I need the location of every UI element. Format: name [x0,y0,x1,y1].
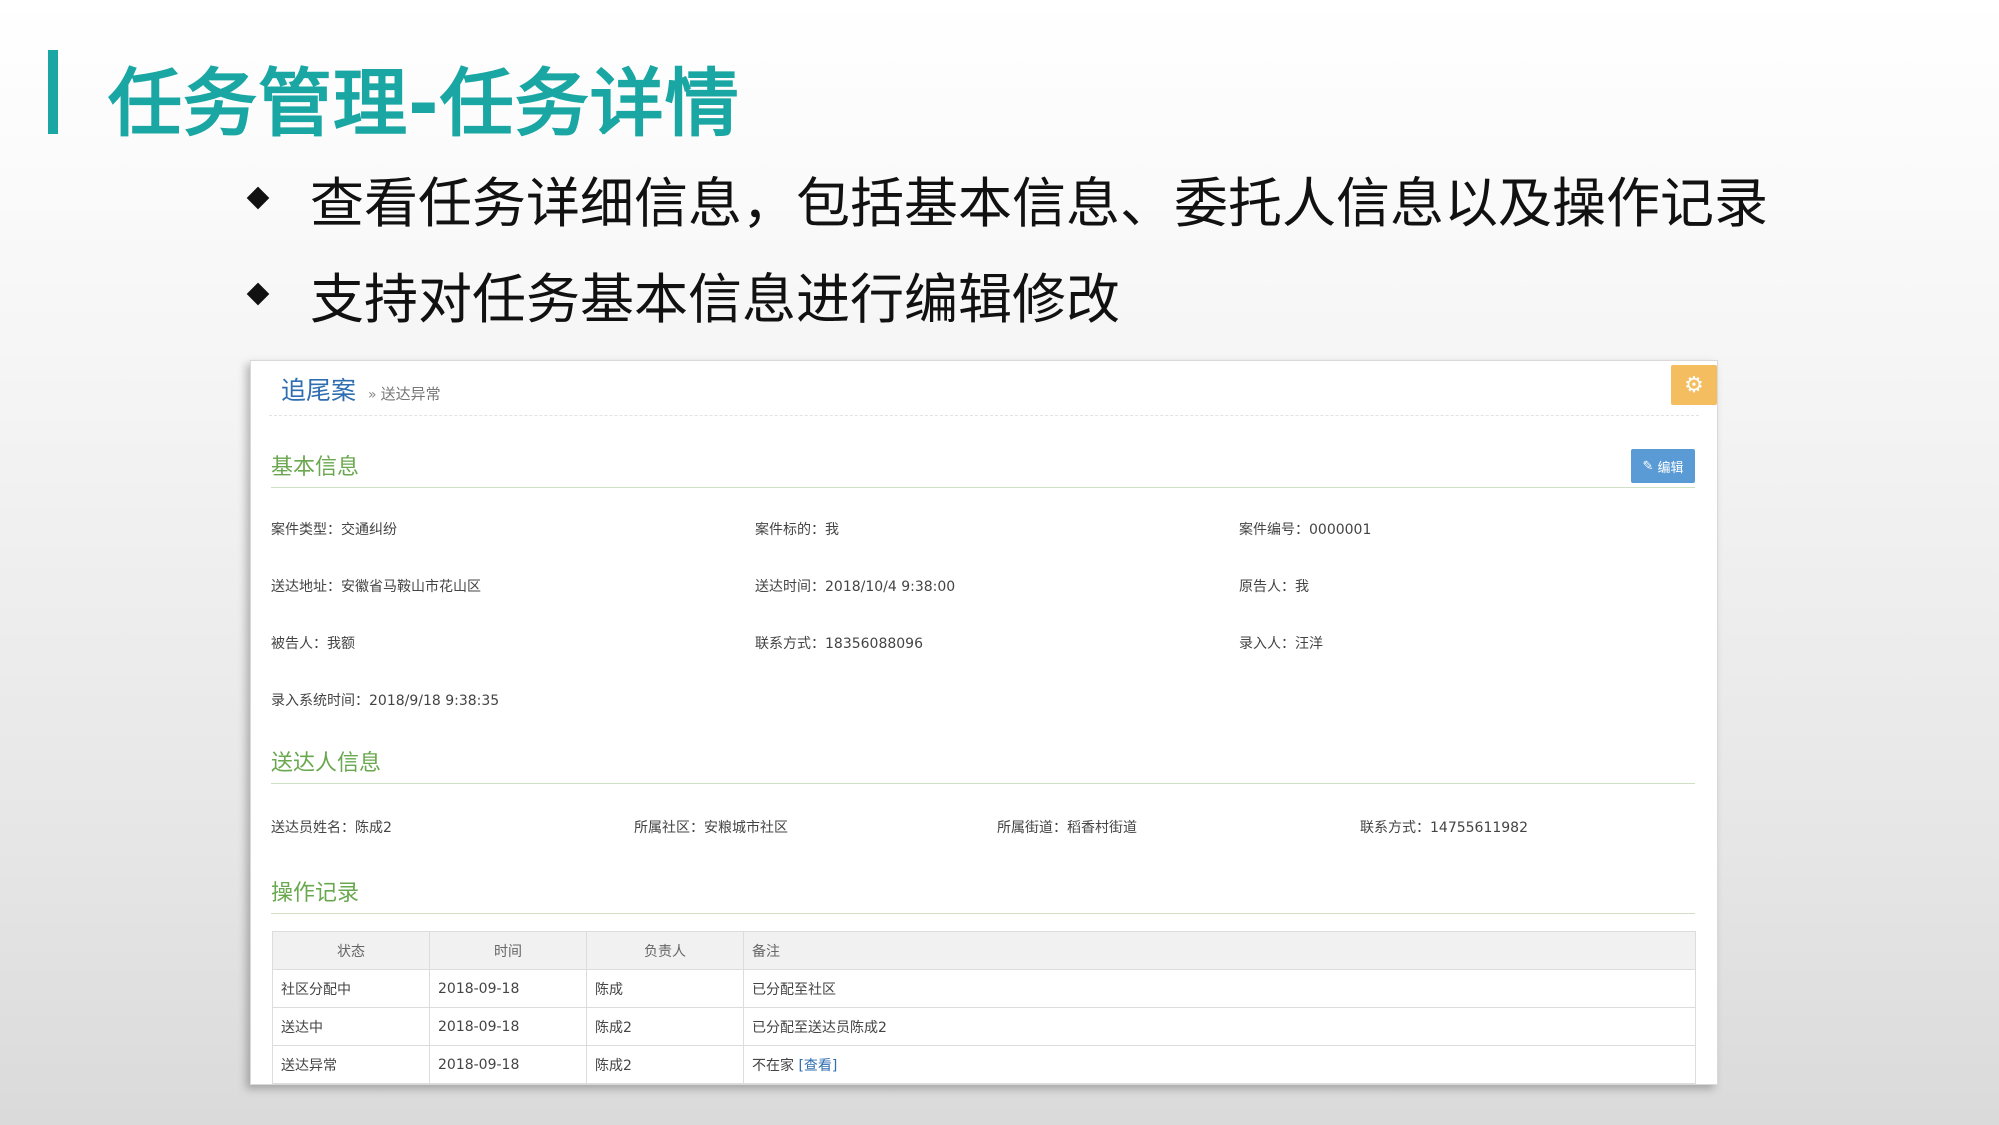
table-row: 社区分配中 2018-09-18 陈成 已分配至社区 [272,969,1696,1008]
table-row: 送达中 2018-09-18 陈成2 已分配至送达员陈成2 [272,1007,1696,1046]
field-entered-by: 录入人汪洋 [1239,633,1323,653]
column-header-owner: 负责人 [586,931,744,970]
cell-status: 社区分配中 [272,969,430,1008]
slide-title: 任务管理-任务详情 [108,61,740,147]
bullet-item: 查看任务详细信息，包括基本信息、委托人信息以及操作记录 [242,150,1768,246]
diamond-bullet-icon [246,186,270,210]
cell-owner: 陈成2 [586,1007,744,1046]
table-header-row: 状态 时间 负责人 备注 [272,931,1696,970]
diamond-bullet-icon [246,282,270,306]
section-basic-info: 基本信息 [271,449,1695,488]
cell-time: 2018-09-18 [429,969,587,1008]
cell-time: 2018-09-18 [429,1045,587,1084]
breadcrumb-status: 送达异常 [380,385,441,403]
view-link[interactable]: [查看] [798,1058,837,1074]
column-header-status: 状态 [272,931,430,970]
cell-owner: 陈成2 [586,1045,744,1084]
title-accent-bar [48,50,58,134]
app-screenshot-panel: 追尾案 » 送达异常 ⚙ 基本信息 ✎ 编辑 案件类型交通纠纷 案件标的我 案件… [250,360,1718,1085]
field-delivery-time: 送达时间2018/10/4 9:38:00 [755,576,955,596]
table-row: 送达异常 2018-09-18 陈成2 不在家 [查看] [272,1045,1696,1084]
column-header-note: 备注 [743,931,1696,970]
field-case-subject: 案件标的我 [755,519,839,539]
cell-status: 送达中 [272,1007,430,1046]
divider [269,415,1699,416]
breadcrumb: 追尾案 » 送达异常 [281,371,441,407]
field-delivery-address: 送达地址安徽省马鞍山市花山区 [271,576,481,596]
field-street: 所属街道稻香村街道 [997,817,1137,837]
cell-status: 送达异常 [272,1045,430,1084]
cell-note: 不在家 [查看] [743,1045,1696,1084]
column-header-time: 时间 [429,931,587,970]
field-entry-time: 录入系统时间2018/9/18 9:38:35 [271,690,499,710]
operation-log-table: 状态 时间 负责人 备注 社区分配中 2018-09-18 陈成 已分配至社区 … [272,931,1696,1084]
field-case-type: 案件类型交通纠纷 [271,519,397,539]
bullet-item: 支持对任务基本信息进行编辑修改 [242,246,1768,342]
field-community: 所属社区安粮城市社区 [634,817,788,837]
cell-time: 2018-09-18 [429,1007,587,1046]
field-contact: 联系方式18356088096 [755,633,923,653]
breadcrumb-case-title[interactable]: 追尾案 [281,371,356,407]
section-deliverer-info: 送达人信息 [271,745,1695,784]
bullet-text: 支持对任务基本信息进行编辑修改 [310,267,1120,331]
edit-button[interactable]: ✎ 编辑 [1631,449,1695,483]
pencil-icon: ✎ [1642,458,1654,474]
section-operation-log: 操作记录 [271,875,1695,914]
bullet-list: 查看任务详细信息，包括基本信息、委托人信息以及操作记录 支持对任务基本信息进行编… [242,150,1768,342]
cell-note: 已分配至社区 [743,969,1696,1008]
field-defendant: 被告人我额 [271,633,355,653]
gear-icon: ⚙ [1684,372,1704,398]
field-plaintiff: 原告人我 [1239,576,1309,596]
bullet-text: 查看任务详细信息，包括基本信息、委托人信息以及操作记录 [310,171,1768,235]
field-case-number: 案件编号0000001 [1239,519,1371,539]
cell-note: 已分配至送达员陈成2 [743,1007,1696,1046]
edit-button-label: 编辑 [1657,460,1684,476]
field-deliverer-contact: 联系方式14755611982 [1360,817,1528,837]
field-deliverer-name: 送达员姓名陈成2 [271,817,392,837]
cell-owner: 陈成 [586,969,744,1008]
breadcrumb-separator: » [368,387,377,403]
settings-button[interactable]: ⚙ [1671,365,1717,405]
